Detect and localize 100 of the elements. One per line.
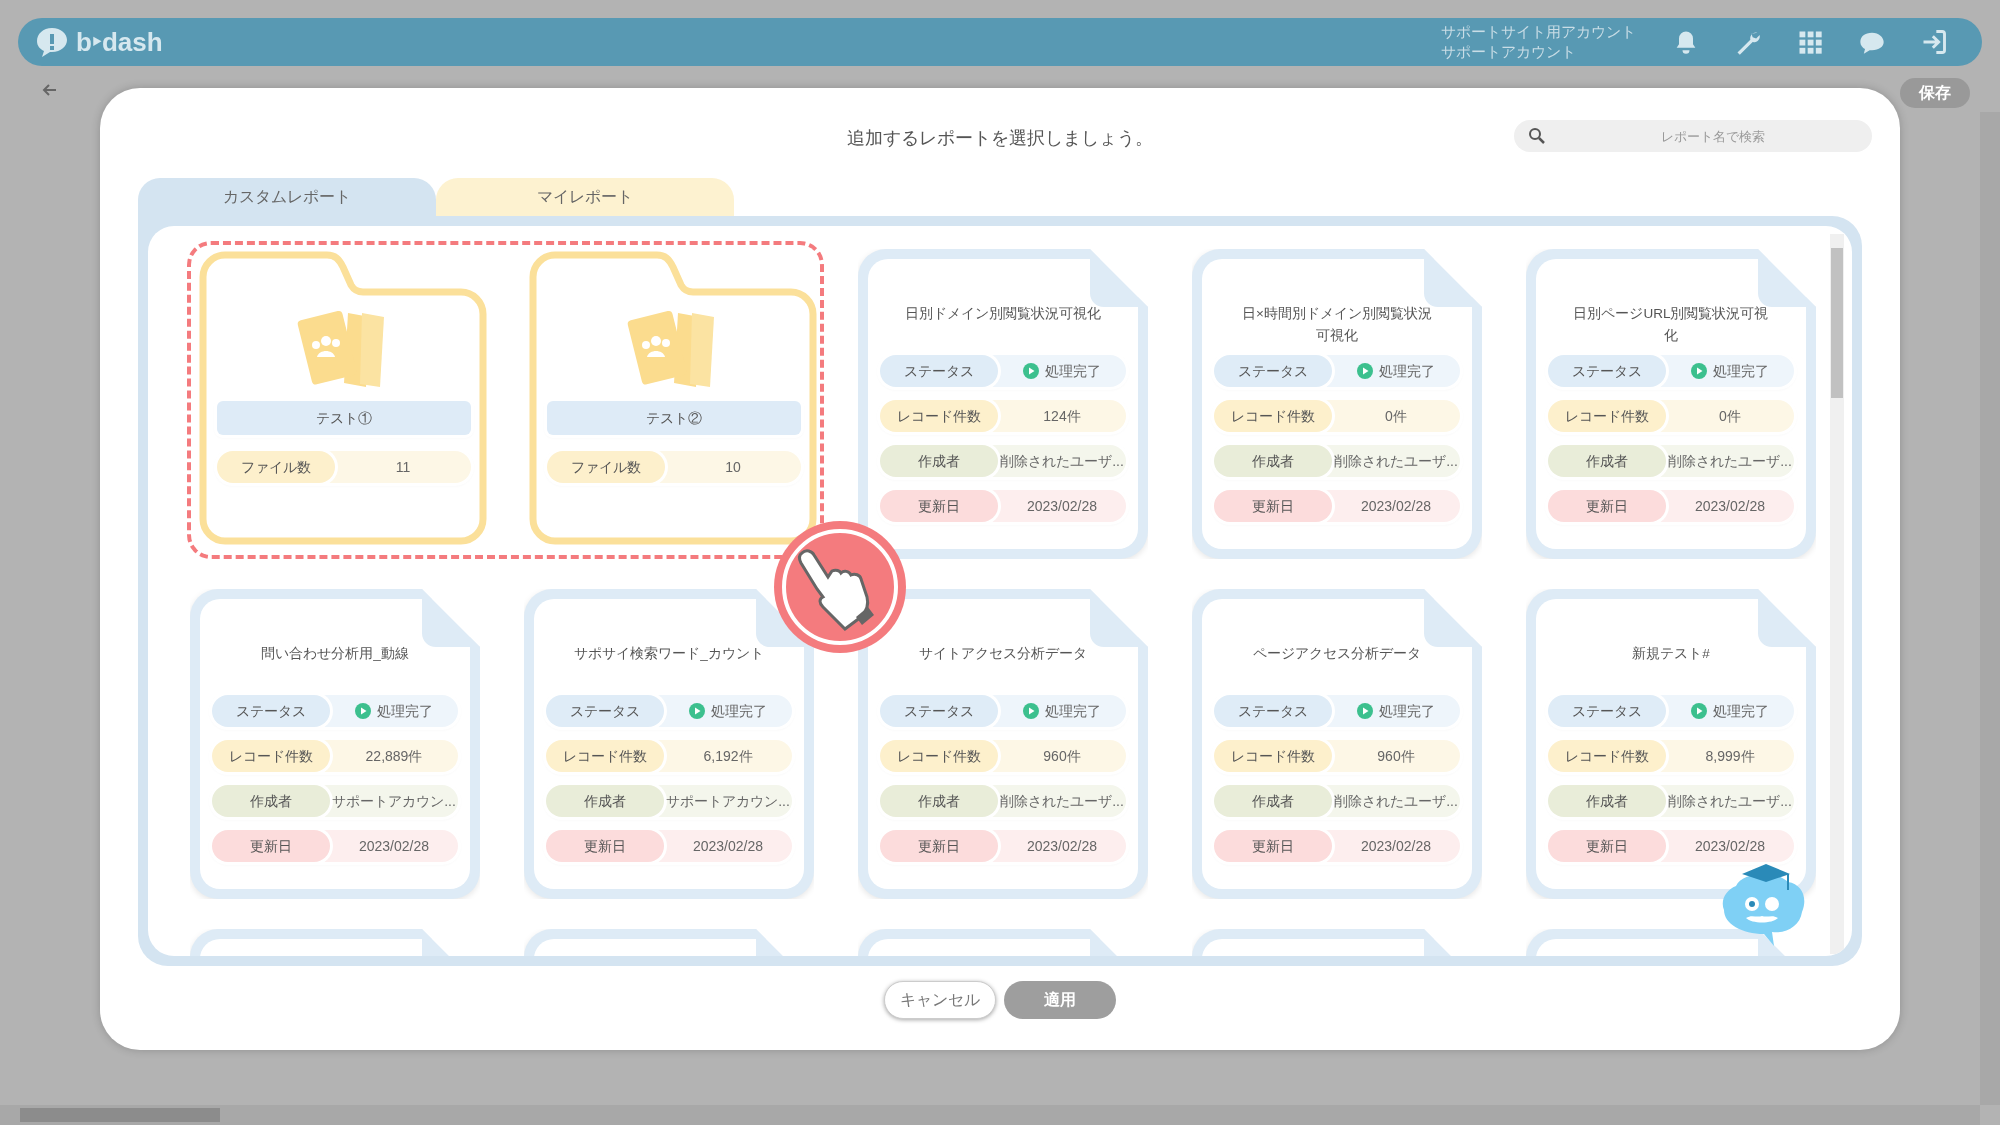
field-value: 処理完了	[1379, 701, 1435, 721]
field-value: サポートアカウン...	[666, 791, 790, 811]
field-value: 960件	[1043, 746, 1081, 766]
field-label: ステータス	[1214, 695, 1332, 727]
play-icon	[1691, 363, 1707, 379]
play-icon	[1023, 703, 1039, 719]
field-value: 2023/02/28	[1360, 496, 1432, 516]
field-value: 処理完了	[1713, 361, 1769, 381]
tab[interactable]: カスタムレポート	[138, 178, 436, 216]
page-fold	[1424, 249, 1482, 307]
field-value: 処理完了	[1379, 361, 1435, 381]
page-fold	[1090, 929, 1117, 956]
page-fold	[1424, 589, 1482, 647]
page-fold	[1090, 589, 1148, 647]
field-label: レコード件数	[212, 740, 330, 772]
folder-name: テスト②	[547, 401, 801, 435]
horizontal-scrollbar[interactable]	[0, 1105, 1980, 1125]
play-icon	[1357, 363, 1373, 379]
play-icon	[1023, 363, 1039, 379]
field-label: 更新日	[1548, 490, 1666, 522]
report-title: 日別ページURL別閲覧状況可視化	[1572, 305, 1770, 345]
report-card[interactable]: 日別ドメイン別閲覧状況可視化 ステータス 処理完了 レコード件数 124件 作成者 削除されたユーザ... 更新日 2023/02/28	[858, 249, 1148, 559]
report-card[interactable]: サポサイ検索ワード_カウント ステータス 処理完了 レコード件数 6,192件 作成者 サポートアカウン... 更新日 2023/02/28	[524, 589, 814, 899]
field-value: 0件	[1385, 406, 1407, 426]
report-card[interactable]: 新規テスト# ステータス 処理完了 レコード件数 8,999件 作成者 削除されたユーザ... 更新日 2023/02/28	[1526, 589, 1816, 899]
field-value: 削除されたユーザ...	[1000, 451, 1124, 471]
logo: b‣dash	[76, 25, 163, 59]
page-fold	[422, 589, 480, 647]
field-label: ステータス	[1214, 355, 1332, 387]
field-value: 0件	[1719, 406, 1741, 426]
report-title: 日×時間別ドメイン別閲覧状況可視化	[1241, 305, 1433, 345]
field-label: 更新日	[880, 830, 998, 862]
field-value: 11	[395, 457, 411, 477]
field-value: 削除されたユーザ...	[1668, 791, 1792, 811]
report-title: サイトアクセス分析データ	[918, 645, 1088, 663]
dialog-title: 追加するレポートを選択しましょう。	[847, 126, 1153, 150]
field-label: 作成者	[880, 785, 998, 817]
page-fold	[422, 929, 449, 956]
page-fold	[1758, 249, 1816, 307]
page-fold	[1758, 589, 1816, 647]
folder-card[interactable]: テスト② ファイル数 10	[529, 251, 819, 547]
report-card[interactable]: 日別ページURL別閲覧状況可視化 ステータス 処理完了 レコード件数 0件 作成者 削除されたユーザ... 更新日 2023/02/28	[1526, 249, 1816, 559]
field-label: レコード件数	[1214, 740, 1332, 772]
page-fold	[1424, 929, 1451, 956]
play-icon	[1691, 703, 1707, 719]
field-label: ステータス	[880, 695, 998, 727]
field-label: 作成者	[1214, 785, 1332, 817]
field-value: 処理完了	[1713, 701, 1769, 721]
play-icon	[1357, 703, 1373, 719]
field-value: 960件	[1377, 746, 1415, 766]
field-label: 作成者	[212, 785, 330, 817]
field-value: 削除されたユーザ...	[1668, 451, 1792, 471]
report-card[interactable]: 日×時間別ドメイン別閲覧状況可視化 ステータス 処理完了 レコード件数 0件 作成者 削除されたユーザ... 更新日 2023/02/28	[1192, 249, 1482, 559]
report-card[interactable]: ページアクセス分析データ ステータス 処理完了 レコード件数 960件 作成者 削除されたユーザ... 更新日 2023/02/28	[1192, 589, 1482, 899]
page-fold	[756, 929, 783, 956]
search-field[interactable]: レポート名で検索	[1514, 120, 1872, 152]
field-label: レコード件数	[880, 740, 998, 772]
field-label: レコード件数	[546, 740, 664, 772]
report-title: サポサイ検索ワード_カウント	[573, 645, 765, 663]
report-card[interactable]: 問い合わせ分析用_動線 ステータス 処理完了 レコード件数 22,889件 作成者 サポートアカウン... 更新日 2023/02/28	[190, 589, 480, 899]
field-label: 更新日	[546, 830, 664, 862]
tab[interactable]: マイレポート	[436, 178, 734, 216]
play-icon	[689, 703, 705, 719]
dialog-button[interactable]: キャンセル	[884, 981, 996, 1019]
field-label: ステータス	[212, 695, 330, 727]
report-title: ページアクセス分析データ	[1252, 645, 1422, 663]
report-card[interactable]: サイトアクセス分析データ ステータス 処理完了 レコード件数 960件 作成者 削除されたユーザ... 更新日 2023/02/28	[858, 589, 1148, 899]
dialog-button: 適用	[1004, 981, 1116, 1019]
field-value: サポートアカウン...	[332, 791, 456, 811]
field-label: 更新日	[1214, 830, 1332, 862]
field-label: 更新日	[1214, 490, 1332, 522]
field-value: 22,889件	[365, 746, 423, 766]
folder-card[interactable]: テスト① ファイル数 11	[199, 251, 489, 547]
field-label: レコード件数	[1214, 400, 1332, 432]
field-label: ステータス	[880, 355, 998, 387]
report-title: 問い合わせ分析用_動線	[260, 645, 410, 663]
field-label: 更新日	[880, 490, 998, 522]
field-value: 2023/02/28	[1026, 836, 1098, 856]
field-label: 更新日	[1548, 830, 1666, 862]
panel-scrollbar[interactable]	[1830, 234, 1844, 954]
field-value: 削除されたユーザ...	[1334, 451, 1458, 471]
account-name: サポートサイト用アカウント	[1441, 22, 1636, 42]
play-icon	[355, 703, 371, 719]
report-title: 日別ドメイン別閲覧状況可視化	[904, 305, 1102, 323]
field-value: 2023/02/28	[1694, 496, 1766, 516]
page-fold	[1090, 249, 1148, 307]
field-value: 2023/02/28	[692, 836, 764, 856]
field-label: ファイル数	[217, 451, 335, 483]
field-value: 処理完了	[1045, 701, 1101, 721]
field-value: 2023/02/28	[358, 836, 430, 856]
field-label: ファイル数	[547, 451, 665, 483]
field-label: 作成者	[1214, 445, 1332, 477]
field-label: レコード件数	[880, 400, 998, 432]
field-label: 作成者	[1548, 785, 1666, 817]
field-label: ステータス	[1548, 355, 1666, 387]
field-value: 2023/02/28	[1694, 836, 1766, 856]
field-value: 124件	[1043, 406, 1081, 426]
field-value: 6,192件	[703, 746, 753, 766]
field-label: ステータス	[546, 695, 664, 727]
field-value: 2023/02/28	[1026, 496, 1098, 516]
